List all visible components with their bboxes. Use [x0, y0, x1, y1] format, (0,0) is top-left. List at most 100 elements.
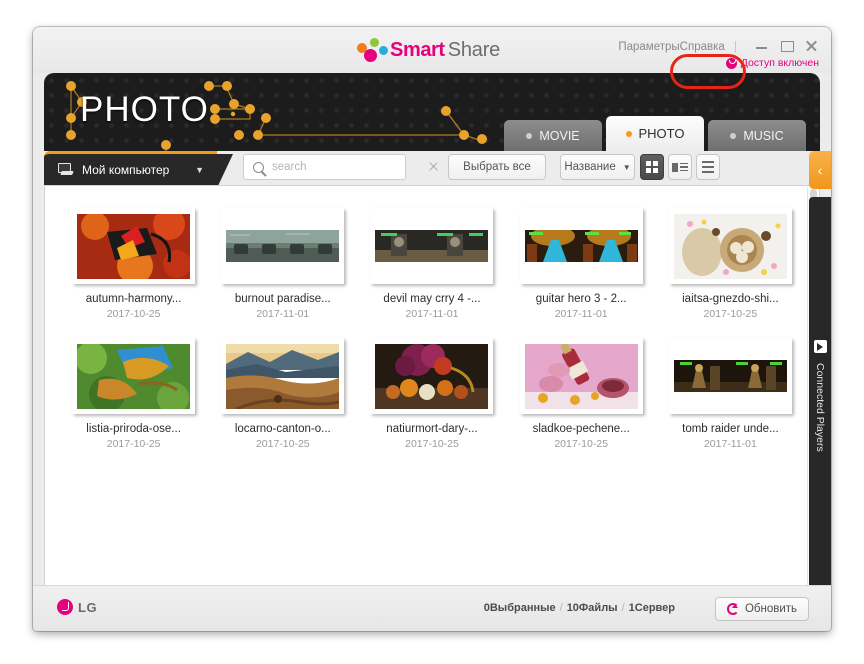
grid-view-icon [646, 161, 658, 173]
list-view-button[interactable] [696, 154, 720, 180]
player-icon [813, 340, 827, 354]
tab-photo-label: PHOTO [638, 126, 685, 141]
tab-photo[interactable]: PHOTO [606, 116, 704, 151]
tab-movie[interactable]: MOVIE [504, 120, 602, 151]
media-item[interactable]: devil may crry 4 -... 2017-11-01 [357, 208, 506, 320]
maximize-icon[interactable] [780, 37, 794, 53]
search-box[interactable] [243, 154, 426, 180]
tab-bullet-icon [526, 132, 533, 139]
media-item-name: sladkoe-pechene... [532, 423, 630, 435]
media-item-date: 2017-11-01 [554, 308, 608, 320]
thumbnail-image [77, 343, 191, 409]
media-item-date: 2017-11-01 [703, 438, 757, 450]
media-item-date: 2017-10-25 [405, 438, 459, 450]
connected-players-label: Connected Players [814, 363, 826, 452]
tab-bullet-icon [730, 132, 737, 139]
status-bar: LG 0Выбранные/10Файлы/1Сервер Обновить [33, 585, 831, 631]
thumbnail-image [226, 230, 340, 262]
thumbnail-image [524, 230, 638, 262]
category-tabs: MOVIE PHOTO MUSIC [502, 116, 808, 151]
chevron-left-icon: ‹ [817, 162, 823, 178]
main-panel: Мой компьютер ▼ Выбрать все Название ▼ [44, 151, 820, 601]
media-item[interactable]: tomb raider unde... 2017-11-01 [656, 338, 805, 450]
media-content-area: autumn-harmony... 2017-10-25 burnout par… [44, 185, 820, 601]
app-logo: Smart Share [356, 36, 500, 64]
detail-view-button[interactable] [668, 154, 692, 180]
access-status-label: Доступ включен [740, 57, 819, 69]
media-item-name: listia-priroda-ose... [86, 423, 181, 435]
media-item[interactable]: locarno-canton-o... 2017-10-25 [208, 338, 357, 450]
list-view-icon [702, 161, 714, 173]
minimize-icon[interactable] [755, 37, 769, 53]
media-item-name: devil may crry 4 -... [383, 293, 481, 305]
thumbnail-frame [221, 208, 345, 284]
media-item[interactable]: burnout paradise... 2017-11-01 [208, 208, 357, 320]
lg-label: LG [78, 599, 98, 615]
thumbnail-frame [370, 338, 494, 414]
close-icon[interactable] [805, 37, 819, 53]
media-item-name: tomb raider unde... [682, 423, 779, 435]
tab-music[interactable]: MUSIC [708, 120, 806, 151]
media-item[interactable]: natiurmort-dary-... 2017-10-25 [357, 338, 506, 450]
connected-players-panel[interactable]: Connected Players [809, 197, 831, 595]
media-item-name: locarno-canton-o... [234, 423, 331, 435]
media-item-date: 2017-10-25 [106, 308, 161, 320]
view-mode-buttons [640, 154, 720, 180]
rail-expand-button[interactable]: ‹ [809, 151, 831, 189]
media-item[interactable]: autumn-harmony... 2017-10-25 [59, 208, 208, 320]
sort-dropdown[interactable]: Название ▼ [560, 154, 635, 180]
thumbnail-image [77, 213, 191, 279]
thumbnail-image [524, 343, 638, 409]
select-all-button[interactable]: Выбрать все [448, 154, 546, 180]
tab-bullet-icon [625, 130, 632, 137]
search-icon [253, 161, 264, 173]
category-banner: PHOTO MOVIE PHOTO MUSIC [44, 73, 820, 151]
media-item-date: 2017-10-25 [554, 438, 609, 450]
grid-view-button[interactable] [640, 154, 664, 180]
media-item-date: 2017-10-25 [703, 308, 758, 320]
thumbnail-frame [221, 338, 345, 414]
thumbnail-frame [72, 338, 196, 414]
detail-view-icon [672, 162, 688, 172]
chevron-down-icon: ▼ [195, 164, 204, 175]
media-item-name: guitar hero 3 - 2... [535, 293, 627, 305]
thumbnail-image [226, 343, 340, 409]
count-separator: / [559, 602, 563, 614]
search-input[interactable] [272, 161, 426, 173]
selected-count: 0Выбранные [483, 602, 556, 614]
thumbnail-frame [668, 208, 792, 284]
media-item[interactable]: sladkoe-pechene... 2017-10-25 [507, 338, 656, 450]
media-item[interactable]: iaitsa-gnezdo-shi... 2017-10-25 [656, 208, 805, 320]
brand-share: Share [447, 38, 501, 61]
tab-music-label: MUSIC [743, 128, 784, 143]
connected-players-rail: ‹ Connected Players [809, 151, 831, 601]
thumbnail-image [375, 343, 489, 409]
content-toolbar: Мой компьютер ▼ Выбрать все Название ▼ [44, 151, 820, 188]
clear-search-icon[interactable] [426, 161, 442, 173]
window-controls [755, 37, 819, 53]
help-link[interactable]: Справка [680, 41, 725, 53]
source-selector[interactable]: Мой компьютер ▼ [44, 151, 233, 188]
media-item-name: autumn-harmony... [85, 293, 182, 305]
refresh-button[interactable]: Обновить [715, 597, 809, 621]
media-item-date: 2017-10-25 [255, 438, 310, 450]
chevron-down-icon: ▼ [622, 162, 631, 172]
thumbnail-frame [519, 208, 643, 284]
tab-movie-label: MOVIE [539, 128, 580, 143]
access-status: Доступ включен [725, 57, 819, 69]
media-item[interactable]: guitar hero 3 - 2... 2017-11-01 [507, 208, 656, 320]
sort-label: Название [564, 161, 616, 173]
status-counts: 0Выбранные/10Файлы/1Сервер [484, 602, 675, 614]
media-item-date: 2017-11-01 [405, 308, 459, 320]
thumbnail-image [375, 230, 489, 262]
thumbnail-image [673, 213, 787, 279]
lg-mark-icon [57, 599, 73, 615]
servers-count: 1Сервер [628, 602, 675, 614]
settings-link[interactable]: Параметры [618, 41, 679, 53]
media-item-date: 2017-10-25 [106, 438, 161, 450]
logo-dots-icon [356, 37, 390, 63]
thumbnail-frame [72, 208, 196, 284]
media-item[interactable]: listia-priroda-ose... 2017-10-25 [59, 338, 208, 450]
smartshare-window: Smart Share ПараметрыСправка | Доступ вк… [33, 27, 831, 631]
thumbnail-frame [370, 208, 494, 284]
